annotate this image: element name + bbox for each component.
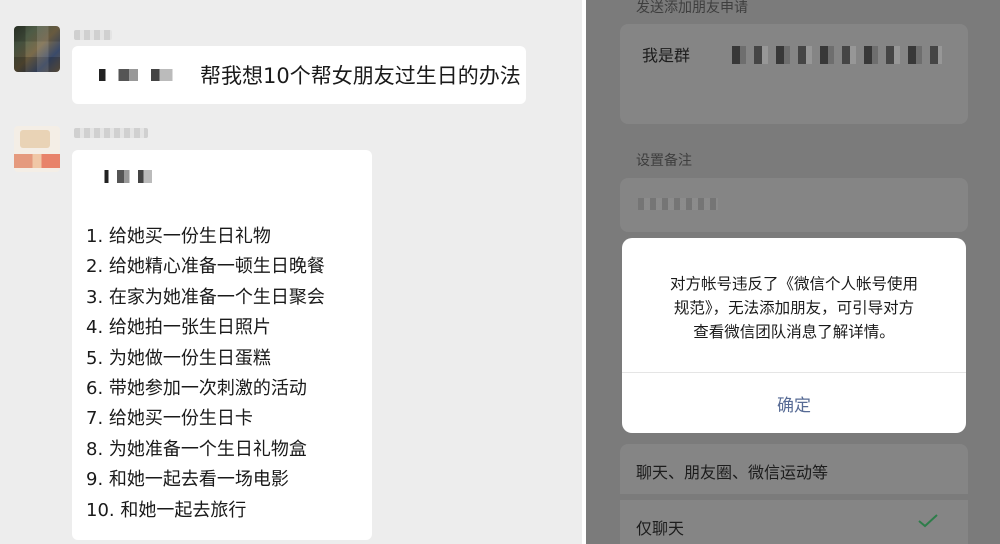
user-avatar[interactable] (14, 26, 60, 72)
suggestion-list: 1. 给她买一份生日礼物 2. 给她精心准备一顿生日晚餐 3. 在家为她准备一个… (86, 222, 358, 526)
user-message-text: 帮我想10个帮女朋友过生日的办法 (200, 64, 521, 88)
remark-label: 设置备注 (636, 153, 692, 169)
user-message-bubble[interactable]: 帮我想10个帮女朋友过生日的办法 (72, 46, 526, 104)
permission-label: 仅聊天 (636, 519, 685, 538)
list-item: 6. 带她参加一次刺激的活动 (86, 378, 307, 400)
request-message-text: 我是群 (642, 46, 691, 65)
bot-name-blurred (74, 128, 148, 138)
list-item: 3. 在家为她准备一个生日聚会 (86, 286, 325, 308)
alert-dialog: 对方帐号违反了《微信个人帐号使用 规范》，无法添加朋友，可引导对方 查看微信团队… (622, 238, 966, 433)
redacted-mention (86, 65, 194, 85)
list-item: 10. 和她一起去旅行 (86, 499, 247, 521)
list-item: 1. 给她买一份生日礼物 (86, 226, 271, 247)
dialog-message-line: 对方帐号违反了《微信个人帐号使用 (669, 275, 918, 293)
checkmark-icon (918, 514, 938, 528)
list-item: 4. 给她拍一张生日照片 (86, 317, 271, 339)
user-name-blurred (74, 30, 112, 40)
list-item: 2. 给她精心准备一顿生日晚餐 (86, 256, 325, 278)
dialog-message: 对方帐号违反了《微信个人帐号使用 规范》，无法添加朋友，可引导对方 查看微信团队… (644, 272, 944, 344)
redacted-text (638, 198, 718, 210)
list-item: 9. 和她一起去看一场电影 (86, 469, 289, 491)
permission-label: 聊天、朋友圈、微信运动等 (636, 463, 829, 482)
send-request-label: 发送添加朋友申请 (636, 0, 748, 16)
list-item: 7. 给她买一份生日卡 (86, 408, 253, 430)
dialog-message-line: 规范》，无法添加朋友，可引导对方 (673, 299, 915, 317)
friend-request-panel: 发送添加朋友申请 我是群 设置备注 聊天、朋友圈、微信运动等 仅聊天 对方帐号违… (586, 0, 1000, 544)
list-item: 5. 为她做一份生日蛋糕 (86, 347, 271, 369)
request-message-field[interactable]: 我是群 (620, 24, 968, 124)
bot-avatar[interactable] (14, 126, 60, 172)
confirm-button[interactable]: 确定 (622, 373, 966, 433)
redacted-mention (96, 166, 166, 188)
remark-input[interactable] (620, 178, 968, 232)
dialog-message-line: 查看微信团队消息了解详情。 (693, 323, 895, 341)
permission-option-all[interactable]: 聊天、朋友圈、微信运动等 (620, 444, 968, 494)
list-item: 8. 为她准备一个生日礼物盒 (86, 438, 307, 460)
bot-message-bubble[interactable]: 1. 给她买一份生日礼物 2. 给她精心准备一顿生日晚餐 3. 在家为她准备一个… (72, 150, 372, 540)
chat-panel: 帮我想10个帮女朋友过生日的办法 1. 给她买一份生日礼物 2. 给她精心准备一… (0, 0, 582, 544)
permission-option-chat-only[interactable]: 仅聊天 (620, 500, 968, 544)
redacted-text (732, 46, 942, 64)
